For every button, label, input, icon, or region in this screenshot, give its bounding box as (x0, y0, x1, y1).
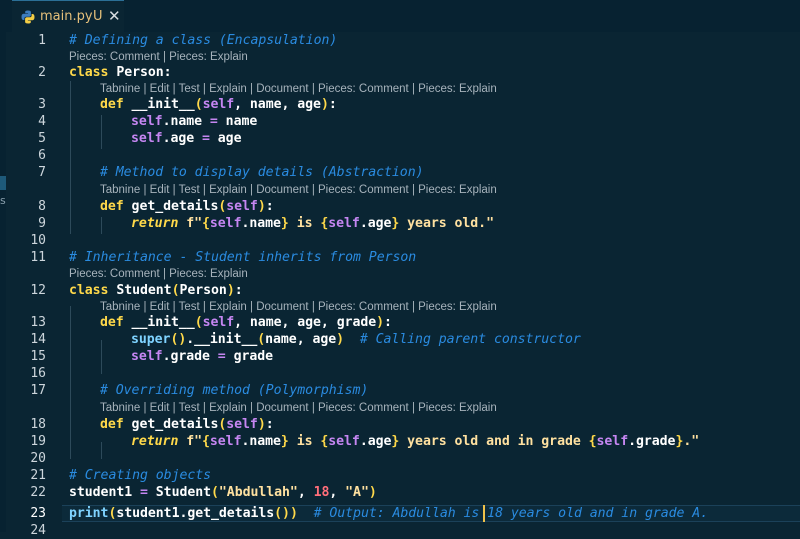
code-line-22: student1 = Student("Abdullah", 18, "A") (69, 485, 377, 500)
code-line-19: return f"{self.name} is {self.age} years… (131, 434, 700, 449)
code-line-3: def __init__(self, name, age): (100, 97, 337, 112)
tab-filename: main.py (40, 9, 93, 24)
code-line-7: # Method to display details (Abstraction… (100, 165, 424, 180)
code-line-9: return f"{self.name} is {self.age} years… (131, 216, 494, 231)
code-line-11: # Inheritance - Student inherits from Pe… (69, 250, 417, 265)
codelens-tabnine[interactable]: Tabnine | Edit | Test | Explain | Docume… (100, 300, 497, 315)
code-editor[interactable]: 1 2 3 4 5 6 7 8 9 10 11 12 13 14 15 16 1… (6, 32, 800, 538)
code-line-13: def __init__(self, name, age, grade): (100, 315, 392, 330)
code-line-5: self.age = age (131, 131, 242, 146)
line-number: 9 (38, 216, 46, 231)
indent-guide (70, 306, 71, 459)
line-number: 7 (38, 165, 46, 180)
codelens-tabnine[interactable]: Tabnine | Edit | Test | Explain | Docume… (100, 82, 497, 97)
indent-guide (101, 115, 102, 149)
codelens-pieces[interactable]: Pieces: Comment | Pieces: Explain (69, 267, 248, 282)
indent-guide (101, 442, 102, 459)
indent-guide (101, 340, 102, 374)
line-number: 13 (30, 315, 46, 330)
line-number: 24 (30, 523, 46, 538)
tab-main-py[interactable]: main.py U ✕ (12, 0, 124, 32)
code-line-23: print(student1.get_details()) # Output: … (69, 506, 709, 521)
line-number: 1 (38, 33, 46, 48)
line-number: 4 (38, 114, 46, 129)
codelens-pieces[interactable]: Pieces: Comment | Pieces: Explain (69, 50, 248, 65)
line-number: 11 (30, 250, 46, 265)
tab-modified-badge: U (93, 9, 103, 24)
line-number: 15 (30, 349, 46, 364)
line-number: 18 (30, 417, 46, 432)
line-number: 8 (38, 199, 46, 214)
code-line-14: super().__init__(name, age) # Calling pa… (131, 332, 581, 347)
sidebar-glyph: s (0, 194, 6, 207)
code-line-2: class Person: (69, 65, 172, 80)
codelens-tabnine[interactable]: Tabnine | Edit | Test | Explain | Docume… (100, 401, 497, 416)
code-line-21: # Creating objects (69, 468, 212, 483)
tab-bar: main.py U ✕ (6, 0, 800, 32)
code-line-17: # Overriding method (Polymorphism) (100, 383, 369, 398)
line-number: 22 (30, 485, 46, 500)
line-number: 5 (38, 131, 46, 146)
line-number: 16 (30, 366, 46, 381)
code-line-4: self.name = name (131, 114, 258, 129)
line-number: 6 (38, 148, 46, 163)
indent-guide (70, 81, 71, 234)
codelens-tabnine[interactable]: Tabnine | Edit | Test | Explain | Docume… (100, 183, 497, 198)
line-number: 20 (30, 451, 46, 466)
line-number-active: 23 (30, 506, 46, 521)
line-number: 14 (30, 332, 46, 347)
line-number: 17 (30, 383, 46, 398)
code-line-18: def get_details(self): (100, 417, 274, 432)
line-number: 19 (30, 434, 46, 449)
text-cursor (483, 505, 485, 522)
code-line-12: class Student(Person): (69, 283, 243, 298)
line-number: 12 (30, 283, 46, 298)
line-number: 2 (38, 65, 46, 80)
code-line-1: # Defining a class (Encapsulation) (69, 33, 338, 48)
code-line-8: def get_details(self): (100, 199, 274, 214)
line-number: 21 (30, 468, 46, 483)
close-icon[interactable]: ✕ (108, 7, 121, 25)
indent-guide (101, 217, 102, 234)
code-line-15: self.grade = grade (131, 349, 274, 364)
python-icon (21, 10, 35, 28)
line-number: 10 (30, 233, 46, 248)
line-number: 3 (38, 97, 46, 112)
